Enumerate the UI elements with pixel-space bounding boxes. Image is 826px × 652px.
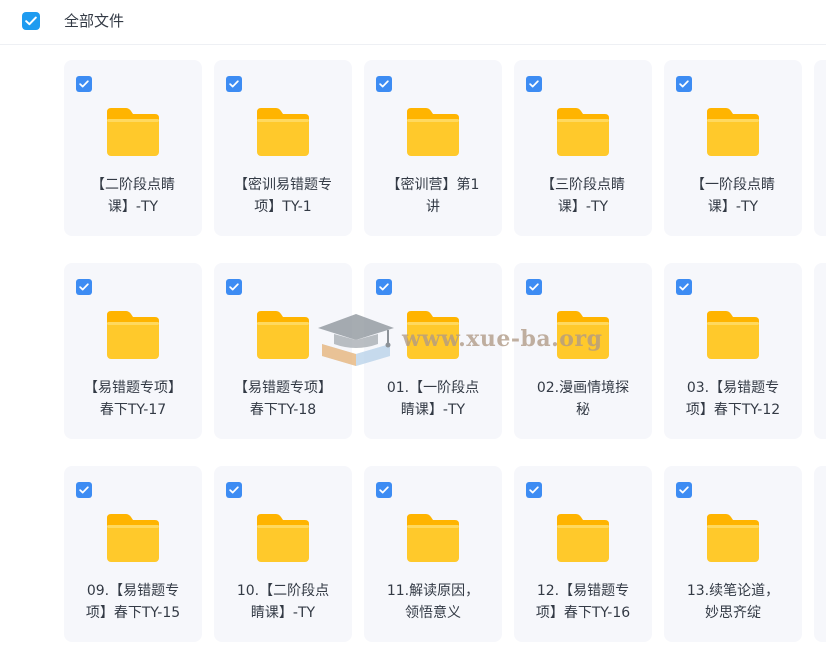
file-checkbox[interactable] xyxy=(226,279,242,295)
file-checkbox[interactable] xyxy=(526,76,542,92)
checkmark-icon xyxy=(229,486,239,494)
file-card-partial[interactable] xyxy=(814,466,826,642)
checkmark-icon xyxy=(679,486,689,494)
file-name: 01.【一阶段点 睛课】-TY xyxy=(386,380,480,418)
file-checkbox[interactable] xyxy=(226,482,242,498)
folder-icon xyxy=(107,514,159,562)
file-checkbox[interactable] xyxy=(676,482,692,498)
file-card[interactable]: 【一阶段点睛 课】-TY xyxy=(664,60,802,236)
folder-icon xyxy=(107,108,159,156)
checkmark-icon xyxy=(379,80,389,88)
file-card-partial[interactable] xyxy=(814,60,826,236)
file-card[interactable]: 【二阶段点睛 课】-TY xyxy=(64,60,202,236)
folder-icon xyxy=(107,311,159,359)
file-name: 【密训易错题专 项】TY-1 xyxy=(234,177,332,215)
file-checkbox[interactable] xyxy=(376,279,392,295)
checkmark-icon xyxy=(529,80,539,88)
file-checkbox[interactable] xyxy=(526,482,542,498)
folder-icon xyxy=(557,108,609,156)
site-watermark: www.xue-ba.org xyxy=(316,310,602,368)
file-name: 03.【易错题专 项】春下TY-12 xyxy=(685,380,781,418)
folder-icon xyxy=(407,514,459,562)
file-card-partial[interactable] xyxy=(814,263,826,439)
file-name: 【密训营】第1 讲 xyxy=(386,177,480,215)
file-checkbox[interactable] xyxy=(76,76,92,92)
file-name: 13.续笔论道， 妙思齐绽 xyxy=(686,583,780,621)
file-card[interactable]: 09.【易错题专 项】春下TY-15 xyxy=(64,466,202,642)
checkmark-icon xyxy=(79,80,89,88)
file-checkbox[interactable] xyxy=(676,279,692,295)
file-checkbox[interactable] xyxy=(76,482,92,498)
checkmark-icon xyxy=(529,283,539,291)
checkmark-icon xyxy=(79,486,89,494)
file-name: 10.【二阶段点 睛课】-TY xyxy=(236,583,330,621)
folder-icon xyxy=(707,108,759,156)
file-card[interactable]: 【易错题专项】 春下TY-17 xyxy=(64,263,202,439)
file-card[interactable]: 10.【二阶段点 睛课】-TY xyxy=(214,466,352,642)
file-card[interactable]: 【密训易错题专 项】TY-1 xyxy=(214,60,352,236)
file-checkbox[interactable] xyxy=(376,76,392,92)
checkmark-icon xyxy=(529,486,539,494)
watermark-text: www.xue-ba.org xyxy=(402,326,603,352)
file-name: 【一阶段点睛 课】-TY xyxy=(691,177,775,215)
checkmark-icon xyxy=(25,16,37,26)
checkmark-icon xyxy=(379,486,389,494)
file-card[interactable]: 11.解读原因， 领悟意义 xyxy=(364,466,502,642)
file-name: 【二阶段点睛 课】-TY xyxy=(91,177,175,215)
file-checkbox[interactable] xyxy=(226,76,242,92)
file-name: 11.解读原因， 领悟意义 xyxy=(386,583,480,621)
file-name: 12.【易错题专 项】春下TY-16 xyxy=(535,583,631,621)
file-name: 09.【易错题专 项】春下TY-15 xyxy=(85,583,181,621)
select-all-checkbox[interactable] xyxy=(22,12,40,30)
folder-icon xyxy=(557,514,609,562)
folder-icon xyxy=(707,514,759,562)
file-name: 【三阶段点睛 课】-TY xyxy=(541,177,625,215)
folder-icon xyxy=(707,311,759,359)
file-card[interactable]: 03.【易错题专 项】春下TY-12 xyxy=(664,263,802,439)
file-checkbox[interactable] xyxy=(376,482,392,498)
file-list-header: 全部文件 xyxy=(0,0,826,45)
file-name: 02.漫画情境探秘 xyxy=(536,380,630,418)
graduation-cap-book-icon xyxy=(318,314,394,366)
file-name: 【易错题专项】 春下TY-18 xyxy=(234,380,332,418)
file-checkbox[interactable] xyxy=(676,76,692,92)
file-card[interactable]: 13.续笔论道， 妙思齐绽 xyxy=(664,466,802,642)
checkmark-icon xyxy=(229,80,239,88)
folder-icon xyxy=(407,108,459,156)
file-card[interactable]: 【密训营】第1 讲 xyxy=(364,60,502,236)
checkmark-icon xyxy=(79,283,89,291)
checkmark-icon xyxy=(679,283,689,291)
checkmark-icon xyxy=(679,80,689,88)
folder-icon xyxy=(257,311,309,359)
file-card[interactable]: 【三阶段点睛 课】-TY xyxy=(514,60,652,236)
file-checkbox[interactable] xyxy=(76,279,92,295)
all-files-title: 全部文件 xyxy=(64,12,125,30)
checkmark-icon xyxy=(379,283,389,291)
file-card[interactable]: 12.【易错题专 项】春下TY-16 xyxy=(514,466,652,642)
file-name: 【易错题专项】 春下TY-17 xyxy=(84,380,182,418)
folder-icon xyxy=(257,108,309,156)
file-browser: 全部文件 【二阶段点睛 课】-TY 【密训易错题专 项】TY-1 【密训营】第1 讲 … xyxy=(0,0,826,652)
folder-icon xyxy=(257,514,309,562)
checkmark-icon xyxy=(229,283,239,291)
file-checkbox[interactable] xyxy=(526,279,542,295)
